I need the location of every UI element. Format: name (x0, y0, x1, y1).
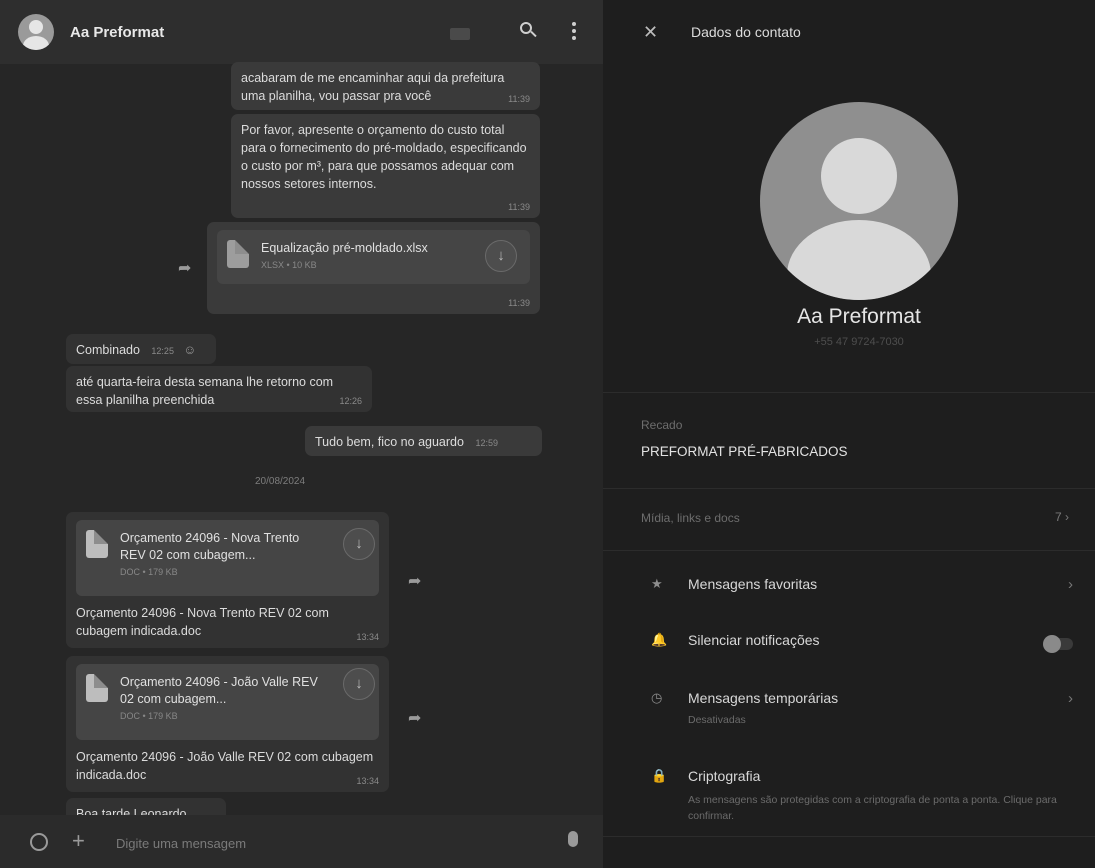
date-separator: 20/08/2024 (255, 476, 306, 487)
divider (603, 392, 1095, 393)
about-text: PREFORMAT PRÉ-FABRICADOS (641, 444, 848, 459)
chat-title[interactable]: Aa Preformat (70, 24, 164, 41)
starred-messages-row[interactable]: ★ Mensagens favoritas › (603, 576, 1095, 600)
video-call-icon[interactable] (450, 28, 470, 40)
lock-icon: 🔒 (651, 768, 668, 783)
message-bubble[interactable]: acabaram de me encaminhar aqui da prefei… (231, 62, 540, 110)
file-meta: XLSX • 10 KB (261, 259, 317, 270)
message-input[interactable] (116, 830, 556, 856)
divider (603, 836, 1095, 837)
disappearing-messages-row[interactable]: ◷ Mensagens temporárias Desativadas › (603, 690, 1095, 730)
download-icon[interactable]: ↓ (343, 528, 375, 560)
file-attachment[interactable]: Orçamento 24096 - João Valle REV 02 com … (76, 664, 379, 740)
message-text: Combinado (76, 343, 140, 357)
document-file-icon (86, 530, 108, 558)
message-bubble[interactable]: Tudo bem, fico no aguardo 12:59 (305, 426, 542, 456)
row-subtitle: As mensagens são protegidas com a cripto… (688, 794, 1057, 823)
row-label: Criptografia (688, 768, 761, 784)
download-icon[interactable]: ↓ (485, 240, 517, 272)
file-meta: DOC • 179 KB (120, 566, 178, 577)
search-icon[interactable] (520, 22, 537, 38)
forward-icon[interactable]: ➦ (408, 708, 421, 728)
download-icon[interactable]: ↓ (343, 668, 375, 700)
message-bubble[interactable]: Combinado 12:25 ☺ (66, 334, 216, 364)
row-label: Mensagens favoritas (688, 576, 818, 592)
message-time: 12:26 (339, 395, 362, 406)
forward-icon[interactable]: ➦ (178, 258, 191, 278)
message-time: 11:39 (508, 201, 530, 212)
microphone-icon[interactable] (568, 831, 578, 847)
chat-panel: Aa Preformat acabaram de me encaminhar a… (0, 0, 603, 868)
file-name: Orçamento 24096 - Nova Trento REV 02 com… (120, 531, 300, 562)
message-time: 13:34 (356, 775, 379, 786)
encryption-row[interactable]: 🔒 Criptografia As mensagens são protegid… (603, 768, 1095, 828)
row-label: Mensagens temporárias (688, 690, 839, 706)
contact-avatar[interactable] (18, 14, 54, 50)
forward-icon[interactable]: ➦ (408, 571, 421, 591)
message-bubble[interactable]: Por favor, apresente o orçamento do cust… (231, 114, 540, 218)
contact-name: Aa Preformat (797, 305, 921, 328)
file-meta: DOC • 179 KB (120, 710, 178, 721)
contact-panel-title: Dados do contato (691, 24, 801, 40)
message-time: 11:39 (508, 93, 530, 104)
menu-icon[interactable] (572, 22, 576, 43)
file-name: Equalização pré-moldado.xlsx (261, 241, 428, 255)
message-time: 11:39 (508, 297, 530, 308)
attach-plus-icon[interactable]: + (72, 828, 85, 854)
close-icon[interactable]: ✕ (643, 22, 658, 43)
about-label: Recado (641, 418, 683, 432)
message-time: 12:25 (151, 346, 174, 356)
chevron-right-icon: › (1068, 576, 1073, 593)
message-text: Tudo bem, fico no aguardo (315, 435, 464, 449)
contact-photo[interactable] (760, 102, 958, 300)
bell-icon: 🔔 (651, 632, 668, 647)
file-attachment[interactable]: Equalização pré-moldado.xlsx XLSX • 10 K… (217, 230, 530, 284)
message-text: até quarta-feira desta semana lhe retorn… (76, 375, 334, 408)
reaction-emoji-icon[interactable]: ☺ (183, 343, 196, 357)
chat-header[interactable]: Aa Preformat (0, 0, 603, 64)
timer-icon: ◷ (651, 690, 663, 705)
contact-phone: +55 47 9724-7030 (814, 336, 904, 348)
spreadsheet-file-icon (227, 240, 249, 268)
message-bubble[interactable]: até quarta-feira desta semana lhe retorn… (66, 366, 372, 412)
row-subtitle: Desativadas (688, 714, 746, 726)
message-time: 12:59 (475, 438, 498, 448)
message-time: 13:34 (356, 631, 379, 642)
chevron-right-icon: › (1068, 690, 1073, 707)
file-name: Orçamento 24096 - João Valle REV 02 com … (120, 675, 318, 706)
document-file-icon (86, 674, 108, 702)
emoji-icon[interactable] (30, 833, 48, 851)
media-count[interactable]: 7 › (1055, 510, 1069, 524)
file-caption: Orçamento 24096 - Nova Trento REV 02 com… (76, 606, 329, 639)
divider (603, 488, 1095, 489)
star-icon: ★ (651, 576, 663, 591)
file-attachment[interactable]: Orçamento 24096 - Nova Trento REV 02 com… (76, 520, 379, 596)
message-text: acabaram de me encaminhar aqui da prefei… (241, 71, 505, 104)
divider (603, 550, 1095, 551)
row-label: Silenciar notificações (688, 632, 820, 648)
file-caption: Orçamento 24096 - João Valle REV 02 com … (76, 750, 374, 783)
media-links-docs[interactable]: Mídia, links e docs (641, 511, 740, 525)
mute-toggle[interactable] (1043, 635, 1073, 653)
contact-info-panel: ✕ Dados do contato Aa Preformat +55 47 9… (603, 0, 1095, 868)
message-text: Por favor, apresente o orçamento do cust… (241, 123, 527, 192)
mute-notifications-row[interactable]: 🔔 Silenciar notificações (603, 632, 1095, 656)
